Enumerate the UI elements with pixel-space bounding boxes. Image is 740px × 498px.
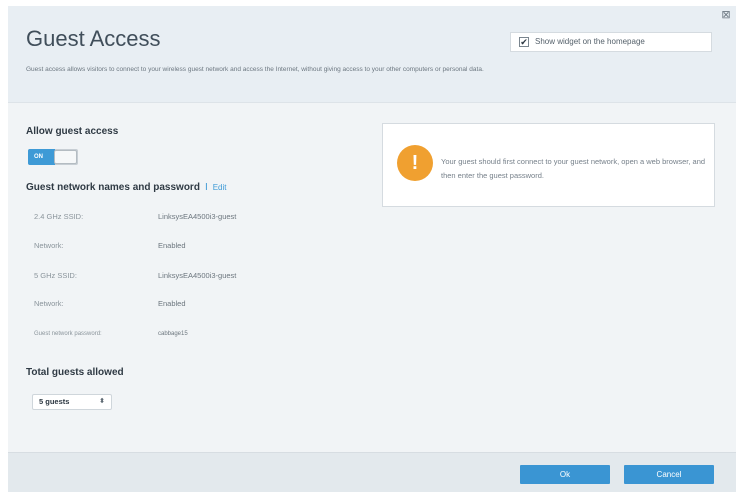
- info-box: ! Your guest should first connect to you…: [382, 123, 715, 207]
- separator: I: [204, 182, 208, 193]
- ssid-24-label: 2.4 GHz SSID:: [34, 212, 84, 221]
- total-guests-value: 5 guests: [39, 397, 70, 406]
- edit-link[interactable]: Edit: [213, 183, 227, 192]
- network-names-heading: Guest network names and password I Edit: [26, 182, 227, 193]
- allow-guest-access-label: Allow guest access: [26, 126, 119, 137]
- guest-password-label: Guest network password:: [34, 331, 102, 337]
- show-widget-label: Show widget on the homepage: [535, 37, 645, 46]
- show-widget-checkbox[interactable]: ✔ Show widget on the homepage: [510, 32, 712, 52]
- ssid-5-value: LinksysEA4500i3-guest: [158, 271, 237, 280]
- network-names-title: Guest network names and password: [26, 182, 200, 193]
- warning-icon: !: [397, 145, 433, 181]
- ssid-24-value: LinksysEA4500i3-guest: [158, 212, 237, 221]
- network-24-value: Enabled: [158, 241, 186, 250]
- close-icon[interactable]: ⊠: [720, 9, 732, 21]
- info-text: Your guest should first connect to your …: [441, 157, 706, 180]
- total-guests-label: Total guests allowed: [26, 367, 124, 378]
- network-24-label: Network:: [34, 241, 64, 250]
- page-description: Guest access allows visitors to connect …: [26, 66, 484, 73]
- page-title: Guest Access: [26, 26, 161, 51]
- ok-button[interactable]: Ok: [520, 465, 610, 484]
- header: ⊠ Guest Access Guest access allows visit…: [8, 6, 736, 103]
- toggle-knob[interactable]: [54, 150, 77, 164]
- cancel-button[interactable]: Cancel: [624, 465, 714, 484]
- network-5-value: Enabled: [158, 299, 186, 308]
- total-guests-select[interactable]: 5 guests ⬍: [32, 394, 112, 410]
- guest-access-panel: ⊠ Guest Access Guest access allows visit…: [8, 6, 736, 492]
- guest-password-value: cabbage15: [158, 331, 188, 337]
- guest-access-toggle[interactable]: ON: [28, 149, 78, 165]
- select-arrows-icon: ⬍: [99, 398, 105, 405]
- checkmark-icon[interactable]: ✔: [519, 37, 529, 47]
- toggle-on-label: ON: [28, 149, 55, 165]
- ssid-5-label: 5 GHz SSID:: [34, 271, 77, 280]
- network-5-label: Network:: [34, 299, 64, 308]
